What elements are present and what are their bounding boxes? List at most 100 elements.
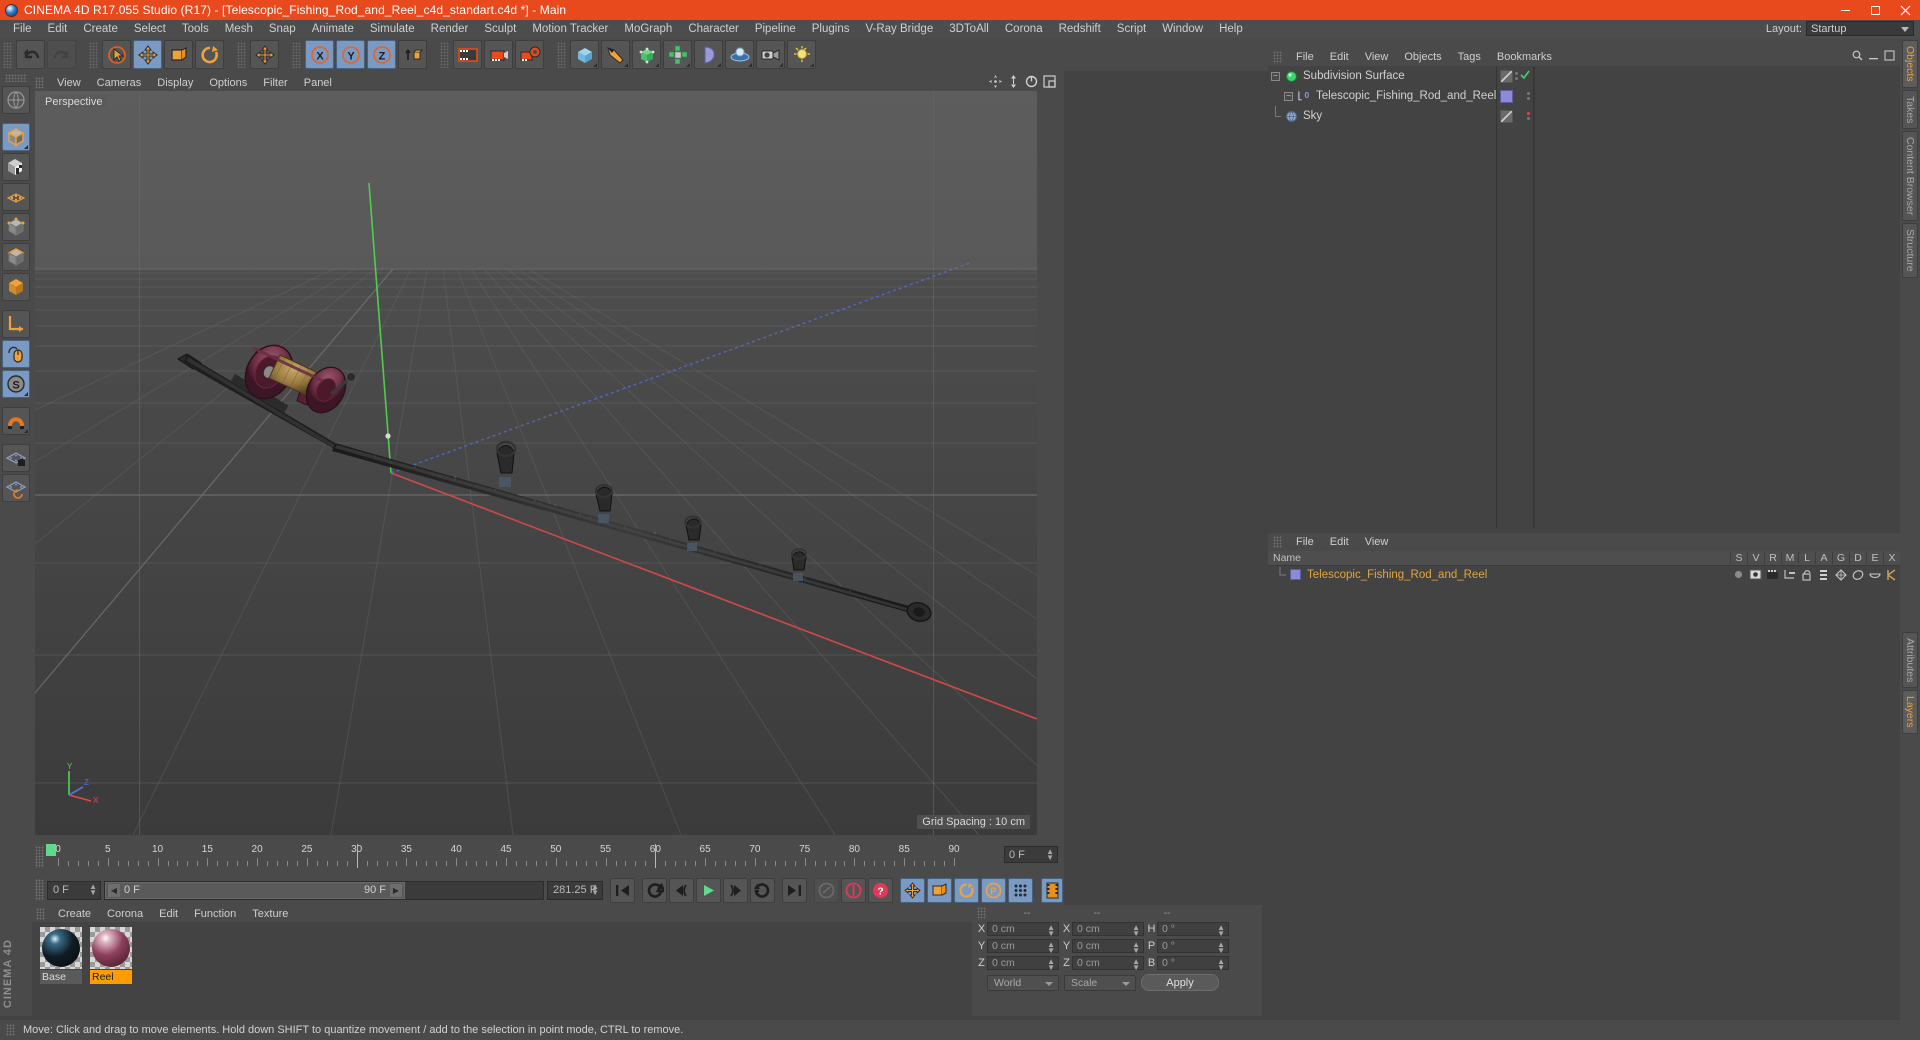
menu-item-plugins[interactable]: Plugins <box>804 20 858 38</box>
object-menu-tags[interactable]: Tags <box>1450 51 1489 63</box>
deformer-button[interactable] <box>694 40 723 69</box>
texture-mode-button[interactable] <box>2 153 30 181</box>
layer-menu-file[interactable]: File <box>1288 536 1322 548</box>
object-menu-objects[interactable]: Objects <box>1396 51 1449 63</box>
go-to-end-button[interactable] <box>782 877 807 903</box>
rotate-view-icon[interactable] <box>1025 75 1038 91</box>
right-tab-content-browser[interactable]: Content Browser <box>1902 131 1918 222</box>
toggle-layout-icon[interactable] <box>1043 74 1056 91</box>
range-left-arrow-icon[interactable]: ◀ <box>108 883 120 897</box>
viewport-menu-display[interactable]: Display <box>149 77 201 89</box>
coord-position-z-field[interactable]: 0 cm ▲ ▼ <box>987 956 1059 972</box>
display-toggle-icon[interactable] <box>1500 69 1513 83</box>
tree-line[interactable] <box>1271 105 1281 121</box>
coord-spinner[interactable]: ▲ ▼ <box>1047 958 1055 972</box>
menu-item-character[interactable]: Character <box>680 20 747 38</box>
material-menu-grip[interactable] <box>36 907 45 920</box>
layer-flag-r-icon[interactable] <box>1764 569 1781 580</box>
lock-z-axis-button[interactable]: Z <box>367 40 396 69</box>
visibility-dots-icon[interactable] <box>1527 92 1530 100</box>
array-dropdown-corner[interactable] <box>686 63 690 67</box>
layer-flag-l-icon[interactable] <box>1798 569 1815 581</box>
layer-flag-g-icon[interactable] <box>1832 568 1849 581</box>
layer-list[interactable]: Telescopic_Fishing_Rod_and_Reel <box>1268 566 1900 1016</box>
menu-item-v-ray-bridge[interactable]: V-Ray Bridge <box>857 20 941 38</box>
object-menu-view[interactable]: View <box>1357 51 1397 63</box>
workplane-lock-button[interactable] <box>2 444 30 472</box>
menu-item-select[interactable]: Select <box>126 20 174 38</box>
fps-field[interactable]: 281.25 F ▲ ▼ <box>547 880 603 900</box>
menu-item-create[interactable]: Create <box>75 20 126 38</box>
timeline-grip[interactable] <box>35 846 44 868</box>
layer-menu-edit[interactable]: Edit <box>1322 536 1357 548</box>
axis-mode-button[interactable] <box>2 310 30 338</box>
snap-settings-corner[interactable] <box>24 392 28 396</box>
object-manager-body[interactable]: − Subdivision Surface −0 Telescopic_Fishing… <box>1268 66 1900 528</box>
object-row[interactable]: − Subdivision Surface <box>1268 66 1496 86</box>
coord-size-x-field[interactable]: 0 cm ▲ ▼ <box>1072 922 1144 938</box>
undo-button[interactable] <box>16 40 45 69</box>
nurbs-generator-button[interactable] <box>632 40 661 69</box>
spline-pen-button[interactable] <box>601 40 630 69</box>
right-tab-takes[interactable]: Takes <box>1902 89 1918 130</box>
edges-mode-button[interactable] <box>2 213 30 241</box>
timeline-frame-field[interactable]: 0 F ▲ ▼ <box>1004 846 1058 863</box>
render-to-picture-viewer-button[interactable] <box>484 40 513 69</box>
object-tag-column[interactable] <box>1534 66 1900 528</box>
nurbs-dropdown-corner[interactable] <box>655 63 659 67</box>
menu-item-script[interactable]: Script <box>1109 20 1154 38</box>
viewport-menu-grip[interactable] <box>35 76 44 89</box>
autokeying-button[interactable] <box>841 877 866 903</box>
deformer-dropdown-corner[interactable] <box>717 63 721 67</box>
workplane-rotate-button[interactable] <box>2 474 30 502</box>
search-icon[interactable] <box>1852 50 1863 64</box>
lock-y-axis-button[interactable]: Y <box>336 40 365 69</box>
coord-spinner[interactable]: ▲ ▼ <box>1132 924 1140 938</box>
menu-item-help[interactable]: Help <box>1211 20 1251 38</box>
menu-item-edit[interactable]: Edit <box>40 20 76 38</box>
layer-name-cell[interactable]: Telescopic_Fishing_Rod_and_Reel <box>1268 567 1730 582</box>
visibility-dots-icon[interactable] <box>1515 72 1518 80</box>
object-menu-file[interactable]: File <box>1288 51 1322 63</box>
right-tab-structure[interactable]: Structure <box>1902 223 1918 278</box>
point-level-animation-button[interactable] <box>1008 877 1033 903</box>
select-tool-button[interactable] <box>102 40 131 69</box>
menu-item-corona[interactable]: Corona <box>997 20 1051 38</box>
magnet-tool-button[interactable] <box>2 407 30 435</box>
layer-manager-grip[interactable] <box>1273 536 1282 548</box>
status-grip[interactable] <box>6 1024 15 1036</box>
camera-dropdown-corner[interactable] <box>779 63 783 67</box>
lock-x-axis-button[interactable]: X <box>305 40 334 69</box>
enable-snap-button[interactable] <box>2 340 30 368</box>
viewport-menu-view[interactable]: View <box>49 77 89 89</box>
material-menu-create[interactable]: Create <box>50 908 99 920</box>
coord-spinner[interactable]: ▲ ▼ <box>1217 924 1225 938</box>
viewport-menu-cameras[interactable]: Cameras <box>89 77 150 89</box>
close-button[interactable] <box>1890 0 1920 20</box>
spline-dropdown-corner[interactable] <box>624 63 628 67</box>
menu-item-sculpt[interactable]: Sculpt <box>476 20 524 38</box>
scale-tool-button[interactable] <box>164 40 193 69</box>
tree-expander-icon[interactable]: − <box>1284 91 1293 101</box>
coord-spinner[interactable]: ▲ ▼ <box>1132 941 1140 955</box>
viewport-menu-panel[interactable]: Panel <box>296 77 340 89</box>
global-local-button[interactable] <box>250 40 279 69</box>
layer-row[interactable]: Telescopic_Fishing_Rod_and_Reel <box>1268 566 1900 583</box>
timeline-ruler[interactable]: 051015202530354045505560657075808590 <box>46 844 1004 868</box>
move-tool-button[interactable] <box>133 40 162 69</box>
polygons-mode-button[interactable] <box>2 243 30 271</box>
material-item[interactable]: Base <box>40 927 82 1016</box>
cube-dropdown-corner[interactable] <box>593 63 597 67</box>
display-toggle-icon[interactable] <box>1500 109 1513 123</box>
coord-rotation-h-field[interactable]: 0 ° ▲ ▼ <box>1157 922 1229 938</box>
make-editable-button[interactable] <box>2 86 30 114</box>
layer-color-swatch[interactable] <box>1290 569 1301 580</box>
object-menu-edit[interactable]: Edit <box>1322 51 1357 63</box>
light-dropdown-corner[interactable] <box>810 63 814 67</box>
zoom-view-icon[interactable] <box>1007 74 1020 91</box>
layer-flag-a-icon[interactable] <box>1815 569 1832 581</box>
go-to-next-key-button[interactable] <box>750 877 775 903</box>
keyframe-selection-button[interactable]: ? <box>868 877 893 903</box>
menu-item-file[interactable]: File <box>5 20 40 38</box>
environment-dropdown-corner[interactable] <box>748 63 752 67</box>
